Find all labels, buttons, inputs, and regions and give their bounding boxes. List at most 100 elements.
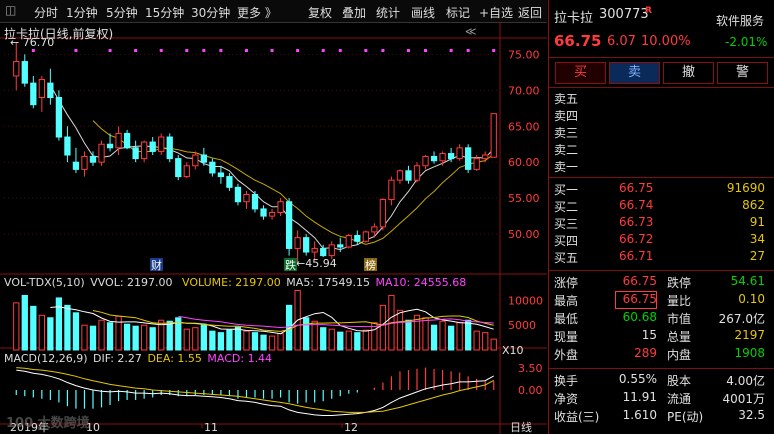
price-tick-label: 55.00 [508, 192, 540, 205]
alert-button[interactable]: 警 [717, 62, 768, 84]
candle-body [132, 147, 139, 160]
mark-button[interactable]: 标记 [446, 4, 470, 21]
volume-bar [192, 327, 199, 351]
price-tick-label: 50.00 [508, 228, 540, 241]
overlay-button[interactable]: 叠加 [342, 4, 366, 21]
buy-level-volume: 91690 [726, 181, 765, 195]
candle-body [388, 179, 395, 201]
signal-dot [244, 49, 248, 52]
candle-body [337, 244, 344, 248]
tab-minute-timeline[interactable]: 分时 [34, 4, 58, 21]
adjust-button[interactable]: 复权 [308, 4, 332, 21]
volume-bar [47, 317, 54, 351]
stat-value: 60.68 [622, 310, 657, 324]
candle-body [149, 141, 156, 152]
volume-bar [72, 312, 80, 351]
candle-body [98, 143, 105, 163]
candle-body [456, 147, 463, 160]
volume-bar [490, 338, 497, 351]
add-watchlist-button[interactable]: +自选 [479, 4, 513, 21]
highest-price-box [615, 291, 657, 309]
candle-body [294, 237, 301, 249]
volume-bar [303, 317, 310, 351]
candle-body [465, 147, 472, 170]
low-price-marker: ←45.94 [296, 257, 337, 270]
sell-button[interactable]: 卖 [609, 62, 660, 84]
signal-dot [74, 49, 78, 52]
buy-level-volume: 27 [749, 249, 765, 263]
volume-bars [13, 289, 497, 351]
signal-dot [466, 49, 470, 52]
tab-15min[interactable]: 15分钟 [145, 4, 184, 21]
fundamental-label: 股本 [667, 374, 692, 388]
tab-5min[interactable]: 5分钟 [106, 4, 138, 21]
volume-bar [362, 329, 369, 351]
buy-level-label: 买三 [554, 217, 579, 231]
signal-dot [296, 49, 300, 52]
volume-bar [200, 323, 207, 351]
volume-bar [260, 334, 267, 351]
signal-dot [219, 49, 223, 52]
chart-title: 拉卡拉(日线,前复权) [4, 27, 114, 41]
volume-bar [115, 315, 122, 351]
cancel-order-button[interactable]: 撤 [663, 62, 714, 84]
buy-level-volume: 862 [742, 198, 765, 212]
candle-body [192, 154, 199, 167]
chart-settings-icon[interactable]: ≪ [465, 25, 477, 38]
candle-body [243, 194, 250, 203]
volume-bar [234, 326, 242, 351]
candle-body [158, 136, 165, 152]
volume-bar [268, 335, 276, 351]
fundamental-label: 流通 [667, 392, 692, 406]
back-button[interactable]: 返回 [518, 4, 542, 21]
buy-level-volume: 91 [749, 215, 765, 229]
stat-label: 涨停 [554, 276, 579, 290]
buy-button[interactable]: 买 [555, 62, 606, 84]
volume-bar [243, 330, 250, 351]
candle-body [251, 194, 259, 210]
draw-line-button[interactable]: 画线 [411, 4, 435, 21]
kline-chart[interactable]: 75.0070.0065.0060.0055.0050.00← 76.70←45… [0, 22, 547, 434]
sector-name[interactable]: 软件服务 [716, 12, 764, 29]
chart-toolbar: ◫ 分时 1分钟 5分钟 15分钟 30分钟 更多 》 复权 叠加 统计 画线 … [0, 0, 547, 23]
stat-value: 54.61 [730, 274, 765, 288]
stat-value: 267.0亿 [718, 312, 765, 326]
candle-body [64, 136, 71, 156]
signal-dot [270, 49, 274, 52]
volume-bar [465, 319, 472, 351]
tab-more[interactable]: 更多 》 [237, 4, 277, 21]
buy-level-label: 买二 [554, 200, 579, 214]
volume-bar [166, 320, 173, 351]
candle-body [183, 165, 190, 178]
volume-tick-label: 5000 [508, 319, 536, 332]
volume-bar [337, 331, 344, 351]
tab-30min[interactable]: 30分钟 [191, 4, 230, 21]
volume-bar [132, 325, 139, 351]
candle-body [106, 143, 114, 149]
ma5-line [49, 85, 495, 251]
panel-toggle-icon[interactable]: ◫ [5, 3, 16, 17]
candle-body [371, 226, 378, 233]
volume-bar [405, 319, 412, 351]
stat-label: 量比 [667, 294, 692, 308]
tab-1min[interactable]: 1分钟 [66, 4, 98, 21]
candle-body [422, 155, 429, 167]
volume-bar [251, 332, 259, 351]
candle-body [21, 61, 28, 84]
sell-level-label: 卖四 [554, 109, 579, 123]
moving-average-lines [49, 85, 495, 251]
volume-bar [209, 330, 216, 351]
candle-body [268, 212, 276, 217]
dif-value: DIF: 2.27 [93, 352, 142, 365]
price-tick-label: 70.00 [508, 84, 540, 97]
volume-bar [89, 325, 97, 351]
statistics-button[interactable]: 统计 [376, 4, 400, 21]
signal-dot [424, 49, 428, 52]
fundamental-value: 32.5 [738, 408, 765, 422]
period-label: 日线 [510, 420, 532, 434]
volume-bar [447, 325, 455, 351]
chart-grid [0, 22, 547, 434]
volume-bar [430, 324, 438, 351]
volume-bar [30, 305, 37, 351]
candle-body [277, 201, 284, 213]
